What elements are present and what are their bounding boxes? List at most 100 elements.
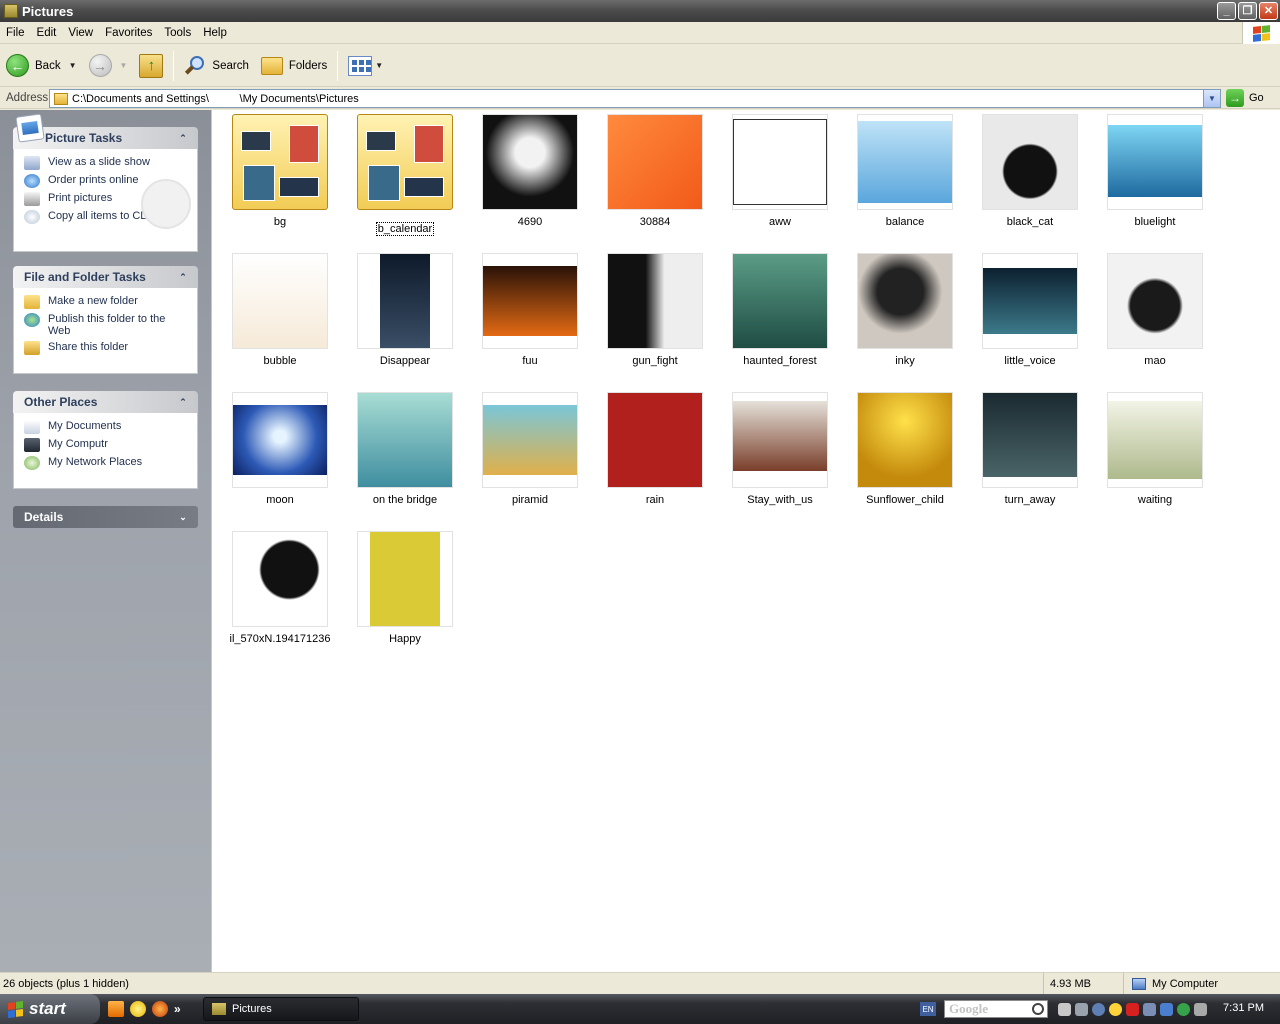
- forward-button[interactable]: → ▼: [83, 49, 134, 83]
- taskbar-item-pictures[interactable]: Pictures: [203, 997, 359, 1021]
- file-item[interactable]: Happy: [350, 531, 460, 645]
- vlc-icon[interactable]: [108, 1001, 124, 1017]
- file-name: bluelight: [1134, 216, 1176, 228]
- task-slideshow[interactable]: View as a slide show: [24, 156, 189, 170]
- search-icon[interactable]: [1032, 1003, 1044, 1015]
- tray-messenger-icon[interactable]: [1109, 1002, 1122, 1016]
- file-list-view[interactable]: bg b_calendar 4690 30884 aww balance black_cat…: [211, 110, 1280, 972]
- file-item[interactable]: balance: [850, 114, 960, 228]
- collapse-chevron-icon[interactable]: ⌃: [176, 131, 190, 145]
- file-name: bubble: [263, 355, 297, 367]
- quick-launch-more-icon[interactable]: »: [174, 1002, 181, 1016]
- collapse-chevron-icon[interactable]: ⌃: [176, 270, 190, 284]
- clock[interactable]: 7:31 PM: [1223, 1002, 1264, 1014]
- network-places-icon: [24, 456, 40, 470]
- start-button[interactable]: start: [0, 994, 100, 1024]
- menu-tools[interactable]: Tools: [158, 27, 197, 39]
- image-preview: [380, 254, 430, 348]
- messenger-icon[interactable]: [130, 1001, 146, 1017]
- file-folder-tasks-header[interactable]: File and Folder Tasks ⌃: [13, 266, 198, 288]
- task-new-folder[interactable]: Make a new folder: [24, 295, 189, 309]
- tray-network-icon[interactable]: [1143, 1002, 1156, 1016]
- cd-icon: [24, 210, 40, 224]
- firefox-icon[interactable]: [152, 1001, 168, 1017]
- search-button[interactable]: Search: [178, 49, 254, 83]
- file-item[interactable]: b_calendar: [350, 114, 460, 236]
- file-item[interactable]: rain: [600, 392, 710, 506]
- tray-dropbox-icon[interactable]: [1160, 1002, 1173, 1016]
- tray-back-icon[interactable]: [1092, 1002, 1105, 1016]
- expand-chevron-icon[interactable]: ⌄: [176, 510, 190, 524]
- back-label: Back: [35, 59, 61, 72]
- file-item[interactable]: Sunflower_child: [850, 392, 960, 506]
- details-header[interactable]: Details ⌄: [13, 506, 198, 528]
- close-button[interactable]: ✕: [1259, 2, 1278, 20]
- file-item[interactable]: bg: [225, 114, 335, 228]
- file-item[interactable]: Stay_with_us: [725, 392, 835, 506]
- google-search-input[interactable]: Google: [944, 1000, 1048, 1018]
- task-share-folder[interactable]: Share this folder: [24, 341, 189, 355]
- file-name: little_voice: [1004, 355, 1056, 367]
- file-name: aww: [768, 216, 791, 228]
- file-item[interactable]: il_570xN.194171236: [225, 531, 335, 645]
- go-button[interactable]: → Go: [1226, 89, 1264, 107]
- collapse-chevron-icon[interactable]: ⌃: [176, 395, 190, 409]
- language-indicator[interactable]: EN: [920, 1002, 936, 1016]
- menu-favorites[interactable]: Favorites: [99, 27, 158, 39]
- file-item[interactable]: black_cat: [975, 114, 1085, 228]
- up-folder-button[interactable]: ↑: [133, 49, 169, 83]
- folders-label: Folders: [288, 59, 328, 72]
- back-button[interactable]: ← Back ▼: [0, 49, 83, 83]
- file-item[interactable]: bubble: [225, 253, 335, 367]
- views-button[interactable]: ▼: [342, 49, 389, 83]
- file-item[interactable]: moon: [225, 392, 335, 506]
- folders-button[interactable]: Folders: [255, 49, 333, 83]
- menu-view[interactable]: View: [62, 27, 99, 39]
- file-item[interactable]: little_voice: [975, 253, 1085, 367]
- forward-dropdown-icon[interactable]: ▼: [120, 61, 128, 70]
- file-item[interactable]: mao: [1100, 253, 1210, 367]
- file-item[interactable]: waiting: [1100, 392, 1210, 506]
- restore-button[interactable]: ❐: [1238, 2, 1257, 20]
- file-item[interactable]: fuu: [475, 253, 585, 367]
- place-my-documents[interactable]: My Documents: [24, 420, 189, 434]
- address-input[interactable]: C:\Documents and Settings\ \My Documents…: [49, 89, 1221, 108]
- address-dropdown-icon[interactable]: ▼: [1203, 90, 1220, 107]
- other-places-header[interactable]: Other Places ⌃: [13, 391, 198, 413]
- file-item[interactable]: gun_fight: [600, 253, 710, 367]
- file-item[interactable]: turn_away: [975, 392, 1085, 506]
- address-path[interactable]: C:\Documents and Settings\ \My Documents…: [72, 93, 359, 105]
- tray-ati-icon[interactable]: [1126, 1002, 1139, 1016]
- place-my-computer[interactable]: My Computr: [24, 438, 189, 452]
- file-item[interactable]: bluelight: [1100, 114, 1210, 228]
- file-item[interactable]: Disappear: [350, 253, 460, 367]
- image-preview: [233, 532, 327, 626]
- place-network[interactable]: My Network Places: [24, 456, 189, 470]
- views-dropdown-icon[interactable]: ▼: [375, 61, 383, 70]
- place-label: My Network Places: [48, 456, 143, 468]
- file-item[interactable]: haunted_forest: [725, 253, 835, 367]
- file-item[interactable]: aww: [725, 114, 835, 228]
- tray-dropdown-icon[interactable]: [1058, 1002, 1071, 1016]
- tray-window-icon[interactable]: [1075, 1002, 1088, 1016]
- menu-help[interactable]: Help: [197, 27, 233, 39]
- menu-edit[interactable]: Edit: [31, 27, 63, 39]
- menu-file[interactable]: File: [0, 27, 31, 39]
- tray-volume-icon[interactable]: [1194, 1002, 1207, 1016]
- back-dropdown-icon[interactable]: ▼: [69, 61, 77, 70]
- camera-watermark-icon: [141, 179, 191, 229]
- image-thumbnail: [607, 253, 703, 349]
- picture-tasks-header[interactable]: Picture Tasks ⌃: [13, 113, 198, 149]
- tray-chrome-icon[interactable]: [1177, 1002, 1190, 1016]
- file-item[interactable]: 4690: [475, 114, 585, 228]
- file-item[interactable]: inky: [850, 253, 960, 367]
- image-preview: [483, 266, 577, 336]
- file-item[interactable]: on the bridge: [350, 392, 460, 506]
- minimize-button[interactable]: _: [1217, 2, 1236, 20]
- file-item[interactable]: 30884: [600, 114, 710, 228]
- image-preview: [1108, 125, 1202, 197]
- file-name: balance: [885, 216, 925, 228]
- file-item[interactable]: piramid: [475, 392, 585, 506]
- task-publish-web[interactable]: Publish this folder to the Web: [24, 313, 189, 337]
- title-bar[interactable]: Pictures _ ❐ ✕: [0, 0, 1280, 22]
